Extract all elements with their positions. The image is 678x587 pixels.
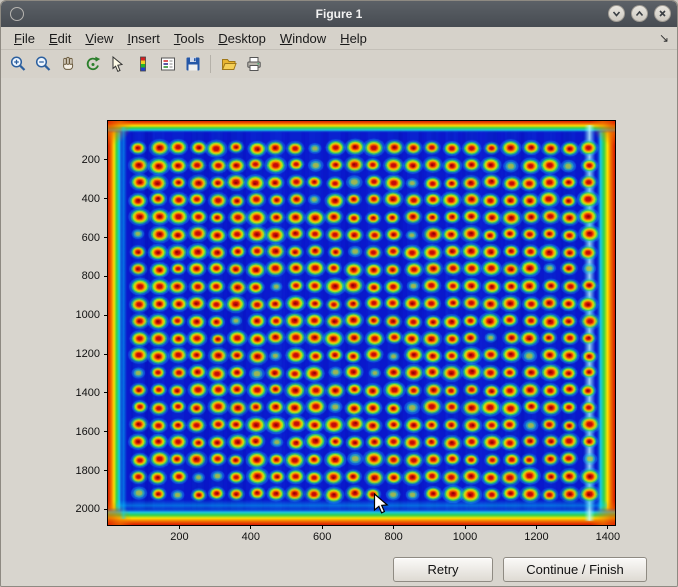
open-folder-button[interactable] — [217, 53, 240, 76]
figure-canvas-area: 200 400 600 800 1000 1200 1400 1600 1800 2000 200 4… — [1, 78, 677, 586]
zoom-out-icon — [34, 55, 52, 73]
x-tick-mark — [322, 525, 323, 529]
close-button[interactable] — [654, 5, 671, 22]
y-tick-mark — [104, 315, 108, 316]
y-tick-mark — [104, 509, 108, 510]
open-folder-icon — [220, 55, 238, 73]
y-tick-label: 600 — [82, 231, 100, 245]
legend-icon — [159, 55, 177, 73]
y-tick-label: 1800 — [76, 464, 100, 478]
y-tick-mark — [104, 392, 108, 393]
minimize-button[interactable] — [608, 5, 625, 22]
x-tick-label: 400 — [242, 531, 260, 543]
y-tick-mark — [104, 159, 108, 160]
window-menu-icon[interactable] — [10, 7, 24, 21]
x-tick-label: 1000 — [453, 531, 477, 543]
y-tick-label: 800 — [82, 269, 100, 283]
x-tick-mark — [465, 525, 466, 529]
x-tick-mark — [607, 525, 608, 529]
chevron-down-icon — [611, 8, 622, 19]
titlebar[interactable]: Figure 1 — [1, 1, 677, 27]
colorbar-icon — [134, 55, 152, 73]
x-tick-label: 800 — [384, 531, 402, 543]
x-tick-mark — [179, 525, 180, 529]
y-tick-label: 1400 — [76, 386, 100, 400]
window-title: Figure 1 — [316, 7, 363, 21]
menu-desktop[interactable]: Desktop — [211, 29, 273, 48]
y-tick-mark — [104, 354, 108, 355]
menu-view[interactable]: View — [78, 29, 120, 48]
pan-button[interactable] — [56, 53, 79, 76]
y-tick-mark — [104, 237, 108, 238]
menubar: File Edit View Insert Tools Desktop Wind… — [1, 27, 677, 50]
close-icon — [657, 8, 668, 19]
x-tick-mark — [393, 525, 394, 529]
print-icon — [245, 55, 263, 73]
chevron-up-icon — [634, 8, 645, 19]
menu-window[interactable]: Window — [273, 29, 333, 48]
y-tick-mark — [104, 276, 108, 277]
rotate-3d-icon — [84, 55, 102, 73]
y-tick-label: 2000 — [76, 502, 100, 516]
x-tick-label: 1200 — [524, 531, 548, 543]
y-tick-mark — [104, 470, 108, 471]
zoom-out-button[interactable] — [31, 53, 54, 76]
save-button[interactable] — [181, 53, 204, 76]
x-tick-mark — [536, 525, 537, 529]
x-tick-label: 600 — [313, 531, 331, 543]
menu-tools[interactable]: Tools — [167, 29, 211, 48]
dock-figure-icon[interactable]: ↘ — [659, 31, 669, 45]
colorbar-button[interactable] — [131, 53, 154, 76]
y-tick-label: 1000 — [76, 308, 100, 322]
figure-toolbar — [1, 50, 677, 79]
data-cursor-icon — [109, 55, 127, 73]
zoom-in-button[interactable] — [6, 53, 29, 76]
data-cursor-button[interactable] — [106, 53, 129, 76]
menu-file[interactable]: File — [7, 29, 42, 48]
x-tick-mark — [250, 525, 251, 529]
retry-button[interactable]: Retry — [393, 557, 493, 582]
plate-image[interactable] — [108, 121, 615, 525]
menu-insert[interactable]: Insert — [120, 29, 167, 48]
y-tick-mark — [104, 198, 108, 199]
y-tick-label: 200 — [82, 153, 100, 167]
figure-window: Figure 1 File Edit View Insert Tools Des… — [0, 0, 678, 587]
x-tick-label: 200 — [170, 531, 188, 543]
zoom-in-icon — [9, 55, 27, 73]
continue-finish-button[interactable]: Continue / Finish — [503, 557, 647, 582]
x-tick-label: 1400 — [596, 531, 620, 543]
maximize-button[interactable] — [631, 5, 648, 22]
toolbar-separator — [210, 55, 211, 73]
axes[interactable]: 2004006008001000120014001600180020002004… — [107, 120, 616, 526]
y-tick-label: 1200 — [76, 347, 100, 361]
pan-hand-icon — [59, 55, 77, 73]
y-tick-label: 400 — [82, 192, 100, 206]
rotate-3d-button[interactable] — [81, 53, 104, 76]
save-icon — [184, 55, 202, 73]
menu-help[interactable]: Help — [333, 29, 374, 48]
legend-button[interactable] — [156, 53, 179, 76]
window-controls — [608, 5, 671, 22]
y-tick-label: 1600 — [76, 425, 100, 439]
print-button[interactable] — [242, 53, 265, 76]
menu-edit[interactable]: Edit — [42, 29, 78, 48]
y-tick-mark — [104, 431, 108, 432]
